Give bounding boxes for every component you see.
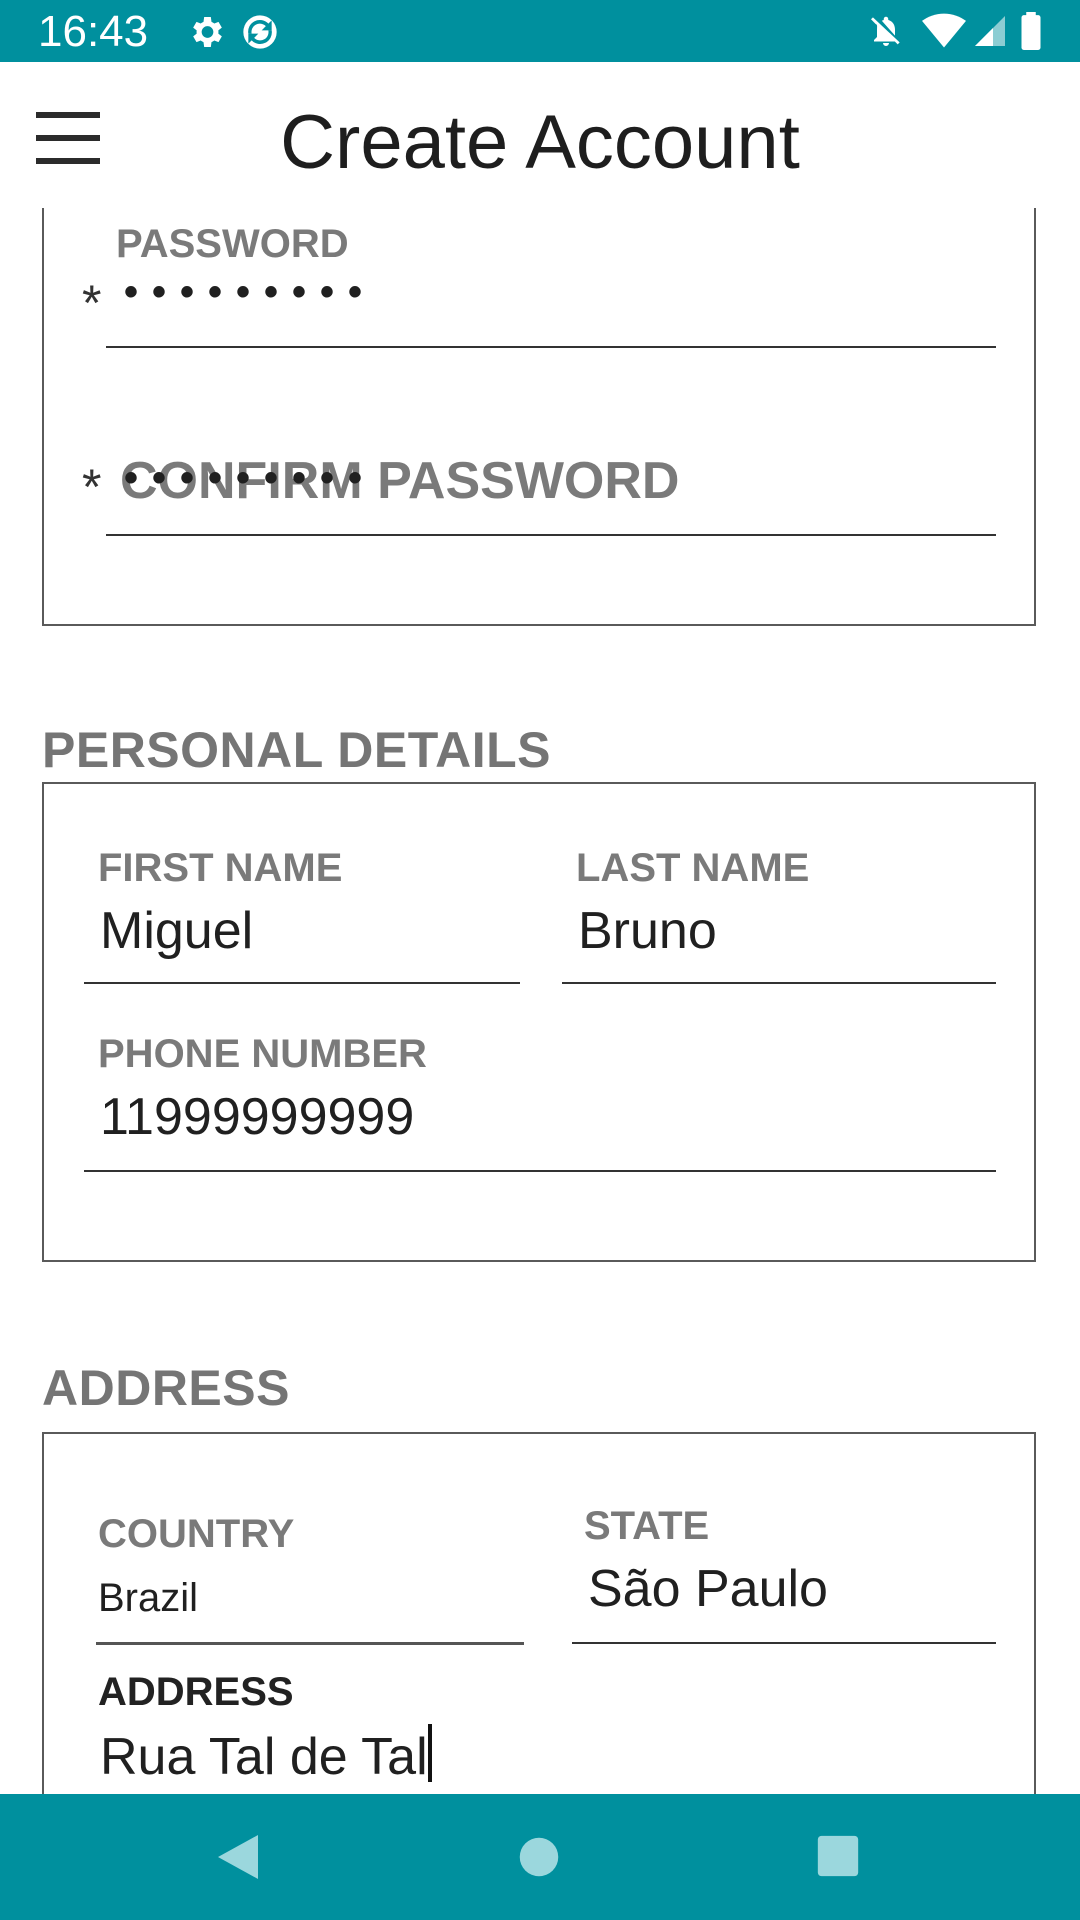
state-input[interactable]: São Paulo: [588, 1558, 828, 1620]
status-bar: 16:43: [0, 0, 1080, 62]
address-heading: ADDRESS: [42, 1360, 290, 1416]
home-icon[interactable]: [518, 1832, 560, 1882]
first-name-input[interactable]: Miguel: [100, 900, 253, 962]
phone-number-label: PHONE NUMBER: [98, 1032, 427, 1076]
personal-details-card: FIRST NAME Miguel LAST NAME Bruno PHONE …: [42, 782, 1036, 1262]
country-underline: [96, 1642, 524, 1645]
back-icon[interactable]: [216, 1832, 260, 1882]
status-time: 16:43: [38, 7, 149, 56]
password-input[interactable]: •••••••••: [124, 272, 376, 312]
address-label: ADDRESS: [98, 1670, 294, 1714]
text-cursor: [427, 1724, 432, 1782]
confirm-password-input[interactable]: •••••••••: [124, 458, 376, 498]
app-bar: Create Account: [0, 62, 1080, 208]
gear-icon: [193, 17, 222, 47]
phone-number-underline: [84, 1170, 996, 1172]
form-scroll-area[interactable]: PASSWORD * ••••••••• * CONFIRM PASSWORD …: [0, 208, 1080, 1794]
password-required-mark: *: [82, 275, 102, 331]
address-card: COUNTRY Brazil STATE São Paulo ADDRESS R…: [42, 1432, 1036, 1794]
account-card: PASSWORD * ••••••••• * CONFIRM PASSWORD …: [42, 208, 1036, 626]
phone-number-input[interactable]: 11999999999: [100, 1086, 414, 1148]
sync-icon: [243, 15, 277, 49]
address-input[interactable]: Rua Tal de Tal: [100, 1724, 432, 1788]
last-name-input[interactable]: Bruno: [578, 900, 717, 962]
navigation-bar: [0, 1794, 1080, 1920]
confirm-password-underline: [106, 534, 996, 536]
last-name-label: LAST NAME: [576, 846, 810, 890]
confirm-password-required-mark: *: [82, 459, 102, 515]
personal-details-heading: PERSONAL DETAILS: [42, 722, 551, 778]
notifications-off-icon: [871, 16, 900, 46]
last-name-underline: [562, 982, 996, 984]
first-name-underline: [84, 982, 520, 984]
recents-icon[interactable]: [816, 1832, 860, 1880]
address-input-text: Rua Tal de Tal: [100, 1728, 428, 1786]
country-select[interactable]: Brazil: [98, 1574, 198, 1622]
state-underline: [572, 1642, 996, 1644]
country-label: COUNTRY: [98, 1512, 295, 1556]
first-name-label: FIRST NAME: [98, 846, 343, 890]
password-underline: [106, 346, 996, 348]
battery-icon: [1021, 12, 1041, 50]
state-label: STATE: [584, 1504, 710, 1548]
signal-icon: [975, 16, 1005, 46]
password-label: PASSWORD: [116, 222, 349, 266]
page-title: Create Account: [280, 100, 800, 185]
wifi-icon: [922, 13, 966, 48]
